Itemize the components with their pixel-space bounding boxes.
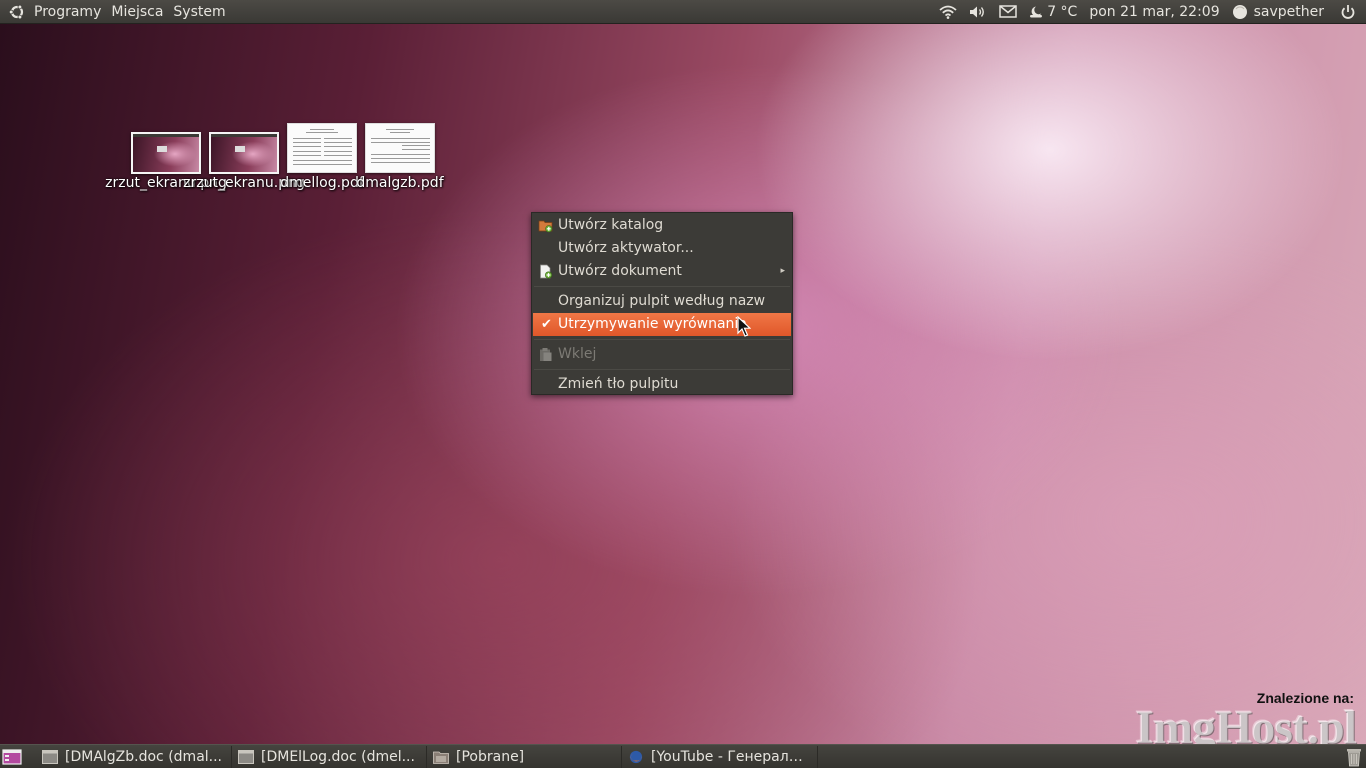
task-label: [YouTube - Генералы... — [651, 748, 811, 765]
menu-item-create-folder[interactable]: Utwórz katalog — [532, 214, 792, 237]
pdf-thumbnail-icon — [287, 123, 357, 173]
power-icon[interactable] — [1330, 0, 1358, 24]
task-pobrane-folder[interactable]: [Pobrane] — [427, 745, 622, 768]
task-dmellog-doc[interactable]: [DMElLog.doc (dmel... — [232, 745, 427, 768]
menu-item-create-document[interactable]: Utwórz dokument ▸ — [532, 260, 792, 283]
firefox-icon — [629, 750, 643, 763]
menu-separator — [534, 339, 790, 340]
menu-programy[interactable]: Programy — [29, 0, 106, 24]
mouse-cursor-icon — [737, 316, 751, 337]
menu-item-label: Utrzymywanie wyrównania — [558, 316, 747, 332]
task-dmalgzb-doc[interactable]: [DMAlgZb.doc (dmal... — [36, 745, 232, 768]
clock[interactable]: pon 21 mar, 22:09 — [1083, 0, 1225, 24]
menu-item-label: Utwórz aktywator... — [558, 240, 694, 256]
image-thumbnail-icon — [131, 132, 201, 174]
menu-item-label: Utwórz katalog — [558, 217, 664, 233]
submenu-arrow-icon: ▸ — [780, 266, 785, 276]
folder-icon — [433, 751, 449, 764]
desktop-icon-label: dmalgzb.pdf — [356, 175, 444, 191]
menu-item-label: Utwórz dokument — [558, 263, 682, 279]
top-panel: Programy Miejsca System 7 °C pon 21 mar,… — [0, 0, 1366, 24]
task-label: [Pobrane] — [456, 748, 525, 765]
user-menu[interactable]: savpether — [1226, 0, 1330, 24]
image-thumbnail-icon — [209, 132, 279, 174]
desktop-icon-dmalgzb-pdf[interactable]: dmalgzb.pdf — [356, 123, 444, 193]
menu-separator — [534, 286, 790, 287]
menu-item-label: Wklej — [558, 346, 597, 362]
checkmark-icon: ✔ — [541, 317, 552, 332]
menu-separator — [534, 369, 790, 370]
window-icon — [42, 749, 58, 764]
menu-item-label: Zmień tło pulpitu — [558, 376, 679, 392]
task-firefox-youtube[interactable]: [YouTube - Генералы... — [622, 745, 818, 768]
desktop-context-menu: Utwórz katalog Utwórz aktywator... Utwór… — [531, 212, 793, 395]
pdf-thumbnail-icon — [365, 123, 435, 173]
window-icon — [238, 749, 254, 764]
trash-icon[interactable] — [1345, 747, 1363, 767]
menu-item-paste: Wklej — [532, 343, 792, 366]
user-status-icon — [1232, 4, 1247, 19]
volume-icon[interactable] — [963, 0, 993, 24]
weather-indicator[interactable]: 7 °C — [1023, 0, 1083, 24]
ubuntu-logo-icon[interactable] — [5, 0, 29, 24]
task-label: [DMAlgZb.doc (dmal... — [65, 748, 223, 765]
menu-system[interactable]: System — [168, 0, 230, 24]
mail-icon[interactable] — [993, 0, 1023, 24]
menu-item-keep-aligned[interactable]: ✔ Utrzymywanie wyrównania — [533, 313, 791, 336]
menu-item-change-background[interactable]: Zmień tło pulpitu — [532, 373, 792, 396]
weather-temperature: 7 °C — [1047, 3, 1078, 20]
wifi-icon[interactable] — [933, 0, 963, 24]
menu-item-label: Organizuj pulpit według nazw — [558, 293, 766, 309]
weather-icon — [1030, 6, 1043, 17]
clock-text: pon 21 mar, 22:09 — [1089, 3, 1220, 20]
folder-new-icon — [538, 220, 553, 233]
user-name: savpether — [1253, 3, 1324, 20]
show-desktop-icon[interactable] — [0, 745, 24, 768]
menu-item-arrange-by-name[interactable]: Organizuj pulpit według nazw — [532, 290, 792, 313]
menu-miejsca[interactable]: Miejsca — [106, 0, 168, 24]
bottom-panel: [DMAlgZb.doc (dmal... [DMElLog.doc (dmel… — [0, 744, 1366, 768]
paste-icon — [540, 348, 552, 361]
task-label: [DMElLog.doc (dmel... — [261, 748, 415, 765]
document-new-icon — [540, 264, 553, 279]
menu-item-create-launcher[interactable]: Utwórz aktywator... — [532, 237, 792, 260]
